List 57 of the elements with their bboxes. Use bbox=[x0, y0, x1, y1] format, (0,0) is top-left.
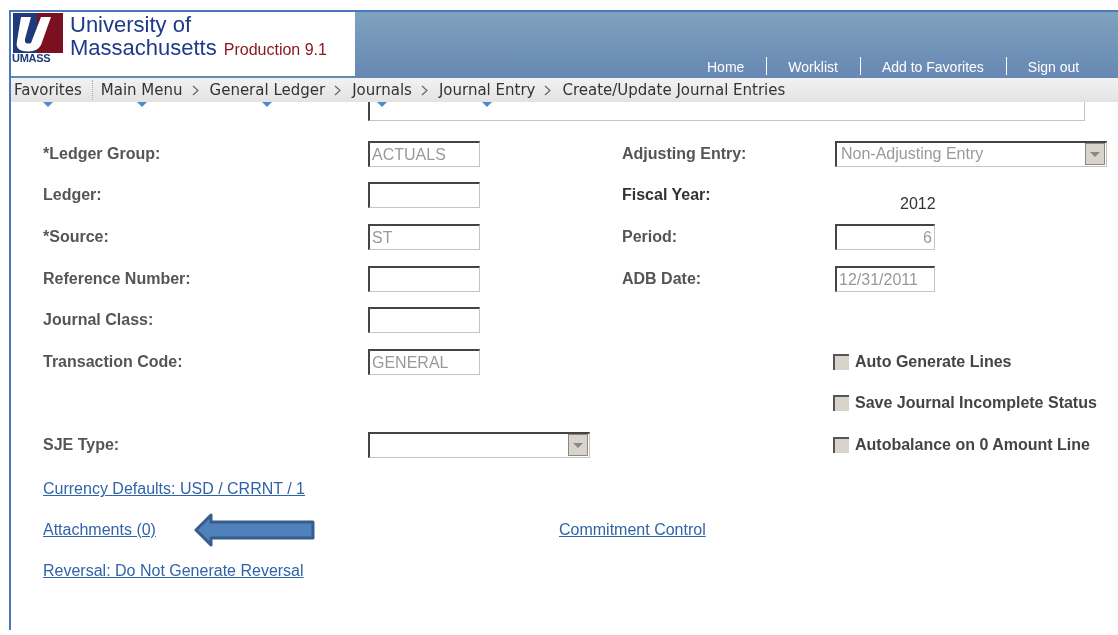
logo-title: University of bbox=[70, 13, 193, 37]
checkbox[interactable] bbox=[833, 395, 849, 412]
link[interactable]: Attachments (0) bbox=[43, 521, 156, 540]
checkbox[interactable] bbox=[833, 436, 849, 453]
checkbox-label: Auto Generate Lines bbox=[855, 352, 1012, 371]
header-link[interactable]: Add to Favorites bbox=[881, 59, 984, 75]
dropdown-icon bbox=[136, 102, 147, 107]
text-field[interactable] bbox=[368, 307, 480, 334]
checkbox-label: Save Journal Incomplete Status bbox=[855, 394, 1097, 413]
chevron-icon bbox=[334, 84, 342, 96]
header-link[interactable]: Sign out bbox=[1027, 59, 1080, 75]
field-label: Adjusting Entry: bbox=[622, 144, 747, 163]
logo-title: Massachusetts bbox=[70, 37, 217, 59]
breadcrumb-menu[interactable]: Favorites bbox=[14, 81, 82, 99]
breadcrumb-menu[interactable]: Journal Entry bbox=[438, 81, 536, 99]
field-label: Ledger: bbox=[43, 186, 102, 205]
chevron-icon bbox=[544, 84, 552, 96]
link[interactable]: Reversal: Do Not Generate Reversal bbox=[43, 562, 304, 581]
field-label: Reference Number: bbox=[43, 269, 191, 288]
text-field[interactable]: 12/31/2011 bbox=[835, 265, 935, 292]
field-label: *Ledger Group: bbox=[43, 144, 161, 163]
dropdown-field[interactable] bbox=[368, 431, 590, 458]
dropdown-button[interactable] bbox=[1085, 143, 1105, 166]
chevron-icon bbox=[191, 84, 199, 96]
field-label: ADB Date: bbox=[622, 269, 702, 288]
header-link[interactable]: Home bbox=[707, 59, 745, 75]
breadcrumb-menu[interactable]: Journals bbox=[352, 81, 412, 99]
logo-wordmark: UMASS bbox=[12, 53, 51, 64]
dropdown-button[interactable] bbox=[568, 434, 588, 457]
breadcrumb-menu[interactable]: Main Menu bbox=[100, 81, 183, 99]
text-field[interactable] bbox=[368, 182, 480, 209]
environment-label: Production 9.1 bbox=[223, 41, 327, 59]
dropdown-icon bbox=[482, 102, 493, 107]
dropdown-icon bbox=[42, 102, 53, 107]
link[interactable]: Commitment Control bbox=[559, 521, 706, 540]
header-link[interactable]: Worklist bbox=[788, 59, 838, 75]
checkbox-label: Autobalance on 0 Amount Line bbox=[855, 435, 1090, 454]
field-label: Period: bbox=[622, 228, 678, 246]
dropdown-icon bbox=[262, 102, 273, 107]
text-field[interactable] bbox=[368, 265, 480, 292]
field-label: Fiscal Year: bbox=[622, 186, 711, 205]
dropdown-icon bbox=[377, 102, 388, 107]
field-label: Journal Class: bbox=[43, 311, 154, 330]
chevron-icon bbox=[420, 84, 428, 96]
field-label: SJE Type: bbox=[43, 435, 120, 454]
breadcrumb-menu[interactable]: General Ledger bbox=[209, 81, 326, 99]
text-field[interactable]: ACTUALS bbox=[368, 140, 480, 167]
field-label: Transaction Code: bbox=[43, 352, 183, 371]
text-field[interactable]: 6 bbox=[835, 224, 935, 250]
link[interactable]: Currency Defaults: USD / CRRNT / 1 bbox=[43, 480, 305, 499]
field-value: 2012 bbox=[900, 195, 936, 214]
text-field[interactable]: ST bbox=[368, 224, 480, 250]
dropdown-field[interactable]: Non-Adjusting Entry bbox=[835, 140, 1107, 167]
text-field[interactable]: GENERAL bbox=[368, 348, 480, 375]
field-label: *Source: bbox=[43, 228, 109, 246]
checkbox[interactable] bbox=[833, 353, 849, 370]
breadcrumb-current: Create/Update Journal Entries bbox=[562, 81, 786, 99]
